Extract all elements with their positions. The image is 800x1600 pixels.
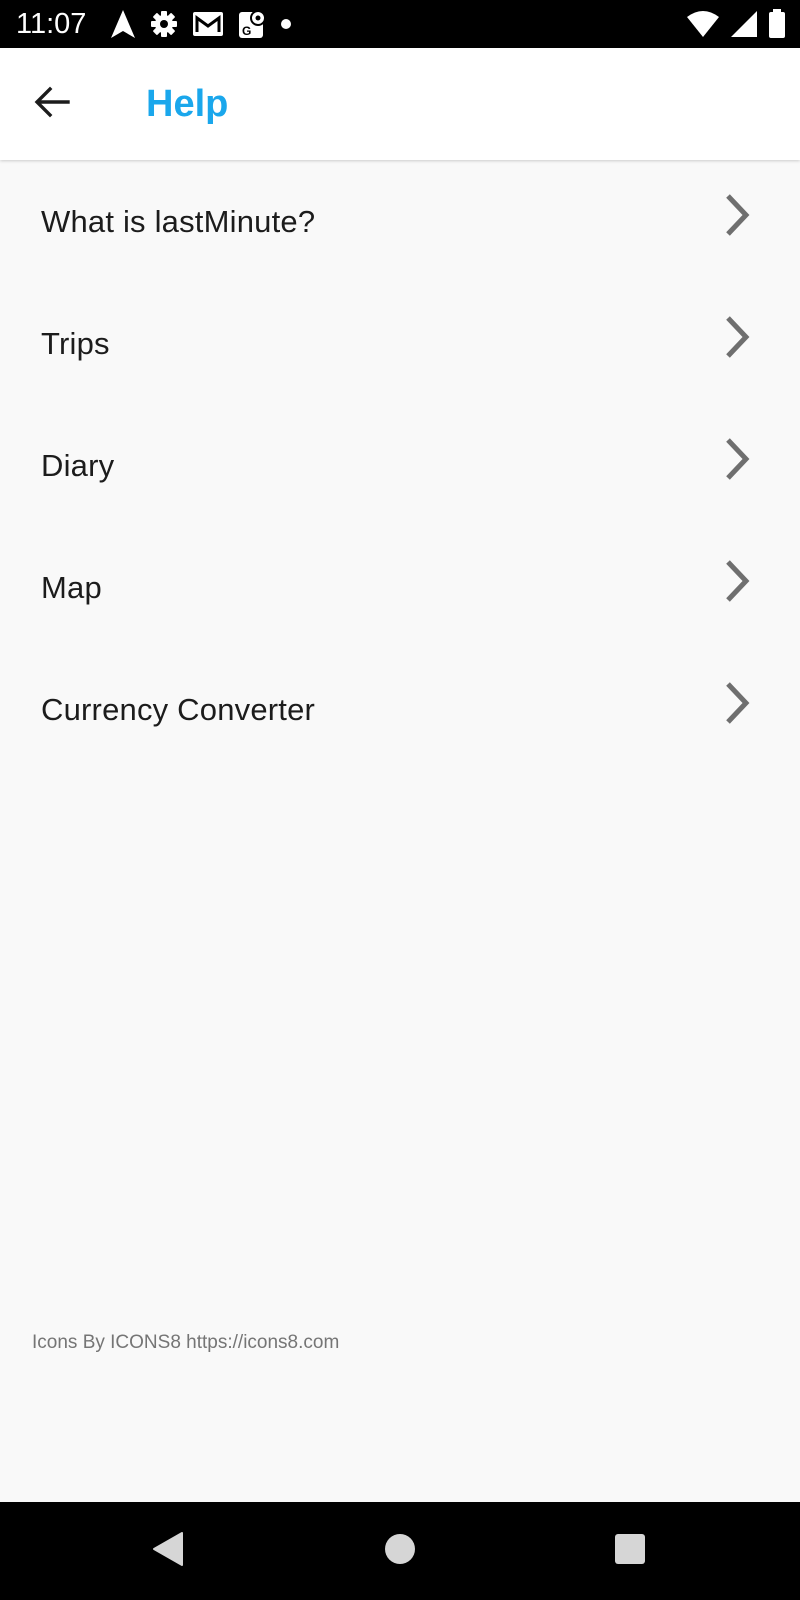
status-bar: 11:07 G: [0, 0, 800, 48]
nav-home-button[interactable]: [378, 1529, 422, 1573]
battery-icon: [768, 9, 786, 39]
gmail-icon: [192, 11, 224, 37]
help-item-what-is-lastminute[interactable]: What is lastMinute?: [0, 162, 800, 284]
back-button[interactable]: [26, 78, 78, 130]
svg-text:G: G: [242, 24, 251, 38]
notification-dot-icon: [280, 18, 292, 30]
icons-credit: Icons By ICONS8 https://icons8.com: [32, 1332, 340, 1353]
help-item-label: What is lastMinute?: [41, 204, 316, 239]
system-navigation-bar: [0, 1502, 800, 1600]
home-circle-icon: [384, 1533, 416, 1570]
nav-back-button[interactable]: [146, 1529, 190, 1573]
help-item-trips[interactable]: Trips: [0, 284, 800, 406]
help-item-label: Trips: [41, 326, 110, 361]
maps-icon: G: [238, 9, 266, 39]
wifi-icon: [686, 10, 720, 38]
app-bar: Help: [0, 48, 800, 160]
status-system-icons: [686, 8, 786, 40]
chevron-right-icon: [726, 194, 750, 236]
arrow-back-icon: [34, 86, 70, 123]
help-item-label: Map: [41, 570, 102, 605]
help-item-currency-converter[interactable]: Currency Converter: [0, 650, 800, 772]
nav-recents-button[interactable]: [608, 1529, 652, 1573]
page-title: Help: [146, 83, 229, 125]
cell-signal-icon: [730, 10, 758, 38]
help-item-label: Currency Converter: [41, 692, 316, 727]
status-time: 11:07: [16, 8, 87, 40]
chevron-right-icon: [726, 560, 750, 602]
help-item-map[interactable]: Map: [0, 528, 800, 650]
recents-square-icon: [614, 1533, 646, 1570]
chevron-right-icon: [726, 316, 750, 358]
help-item-label: Diary: [41, 448, 115, 483]
help-item-diary[interactable]: Diary: [0, 406, 800, 528]
chevron-right-icon: [726, 438, 750, 480]
help-topics-list: What is lastMinute? Trips Diary Map Curr…: [0, 162, 800, 772]
status-notification-icons: G: [110, 8, 292, 40]
back-triangle-icon: [152, 1531, 184, 1572]
navigation-icon: [110, 9, 136, 39]
settings-icon: [150, 10, 178, 38]
chevron-right-icon: [726, 682, 750, 724]
